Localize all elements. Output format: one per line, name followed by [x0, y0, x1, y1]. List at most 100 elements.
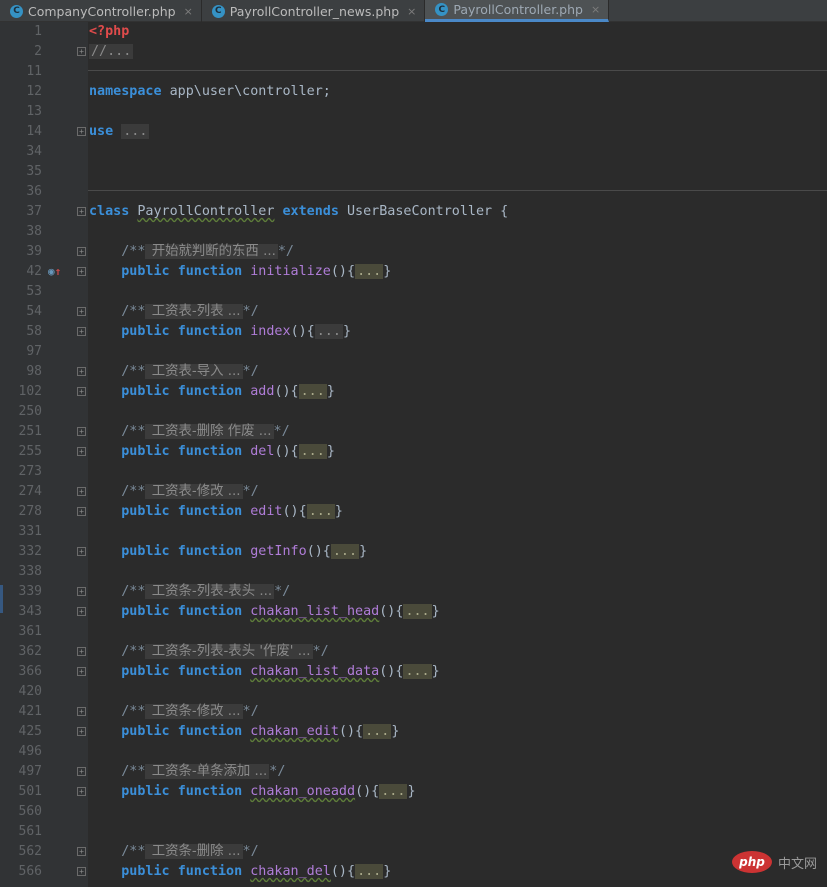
line-number[interactable]: 11 [3, 62, 42, 82]
fold-toggle-icon[interactable]: + [77, 267, 86, 276]
line-number[interactable]: 361 [3, 622, 42, 642]
fold-toggle-icon[interactable]: + [77, 647, 86, 656]
line-number[interactable]: 38 [3, 222, 42, 242]
tab-company-controller[interactable]: C CompanyController.php × [0, 0, 202, 22]
fold-toggle-icon[interactable]: + [77, 707, 86, 716]
line-number[interactable]: 39 [3, 242, 42, 262]
folded-code-region[interactable]: 工资表-导入 ... [145, 364, 243, 379]
line-number[interactable]: 37 [3, 202, 42, 222]
code-text[interactable]: public function index(){...} [89, 322, 351, 342]
code-text[interactable]: public function chakan_edit(){...} [89, 722, 399, 742]
code-text[interactable]: public function initialize(){...} [89, 262, 391, 282]
line-number[interactable]: 34 [3, 142, 42, 162]
line-number[interactable]: 566 [3, 862, 42, 882]
line-number[interactable]: 42 [3, 262, 42, 282]
fold-toggle-icon[interactable]: + [77, 727, 86, 736]
fold-toggle-icon[interactable]: + [77, 447, 86, 456]
code-text[interactable]: namespace app\user\controller; [89, 82, 331, 102]
line-number[interactable]: 102 [3, 382, 42, 402]
line-number[interactable]: 98 [3, 362, 42, 382]
folded-code-region[interactable]: ... [355, 264, 384, 279]
fold-toggle-icon[interactable]: + [77, 367, 86, 376]
line-number[interactable]: 278 [3, 502, 42, 522]
code-text[interactable]: public function chakan_list_head(){...} [89, 602, 440, 622]
line-number[interactable]: 1 [3, 22, 42, 42]
line-number[interactable]: 496 [3, 742, 42, 762]
line-number[interactable]: 274 [3, 482, 42, 502]
folded-code-region[interactable]: ... [403, 604, 432, 619]
code-text[interactable]: /** 工资条-删除 ... */ [89, 842, 259, 862]
line-number[interactable]: 343 [3, 602, 42, 622]
code-text[interactable]: /** 工资表-修改 ... */ [89, 482, 259, 502]
fold-toggle-icon[interactable]: + [77, 667, 86, 676]
fold-toggle-icon[interactable]: + [77, 867, 86, 876]
line-number[interactable]: 273 [3, 462, 42, 482]
code-text[interactable]: /** 工资条-单条添加 ... */ [89, 762, 285, 782]
code-text[interactable]: public function getInfo(){...} [89, 542, 367, 562]
fold-toggle-icon[interactable]: + [77, 127, 86, 136]
code-text[interactable]: public function chakan_oneadd(){...} [89, 782, 416, 802]
fold-toggle-icon[interactable]: + [77, 787, 86, 796]
line-number[interactable]: 332 [3, 542, 42, 562]
fold-toggle-icon[interactable]: + [77, 307, 86, 316]
line-number[interactable]: 561 [3, 822, 42, 842]
code-text[interactable]: public function chakan_del(){...} [89, 862, 391, 882]
line-number[interactable]: 13 [3, 102, 42, 122]
close-icon[interactable]: × [407, 5, 416, 18]
code-text[interactable]: /** 工资表-导入 ... */ [89, 362, 259, 382]
fold-toggle-icon[interactable]: + [77, 487, 86, 496]
code-text[interactable]: public function del(){...} [89, 442, 335, 462]
line-number[interactable]: 331 [3, 522, 42, 542]
code-text[interactable]: /** 工资条-修改 ... */ [89, 702, 259, 722]
code-text[interactable]: public function edit(){...} [89, 502, 343, 522]
code-text[interactable]: <?php [89, 22, 129, 42]
folded-code-region[interactable]: ... [403, 664, 432, 679]
folded-code-region[interactable]: ... [298, 444, 327, 459]
fold-toggle-icon[interactable]: + [77, 47, 86, 56]
line-number[interactable]: 255 [3, 442, 42, 462]
line-number[interactable]: 14 [3, 122, 42, 142]
code-text[interactable]: public function add(){...} [89, 382, 335, 402]
folded-code-region[interactable]: ... [306, 504, 335, 519]
folded-code-region[interactable]: ... [330, 544, 360, 559]
close-icon[interactable]: × [184, 5, 193, 18]
folded-code-region[interactable]: 工资表-修改 ... [145, 484, 243, 499]
code-text[interactable]: class PayrollController extends UserBase… [89, 202, 508, 222]
line-number[interactable]: 2 [3, 42, 42, 62]
line-number[interactable]: 58 [3, 322, 42, 342]
code-text[interactable]: /** 工资表-列表 ... */ [89, 302, 259, 322]
folded-code-region[interactable]: 工资条-单条添加 ... [145, 764, 270, 779]
folded-code-region[interactable]: 工资表-列表 ... [145, 304, 243, 319]
tab-payroll-controller-news[interactable]: C PayrollController_news.php × [202, 0, 426, 22]
folded-code-region[interactable]: 工资条-列表-表头 '作废' ... [145, 644, 313, 659]
fold-toggle-icon[interactable]: + [77, 247, 86, 256]
line-number[interactable]: 97 [3, 342, 42, 362]
line-number[interactable]: 560 [3, 802, 42, 822]
line-number[interactable]: 501 [3, 782, 42, 802]
line-number[interactable]: 35 [3, 162, 42, 182]
fold-toggle-icon[interactable]: + [77, 767, 86, 776]
code-text[interactable]: //... [89, 42, 134, 62]
folded-code-region[interactable]: ... [363, 724, 392, 739]
folded-code-region[interactable]: ... [355, 864, 384, 879]
code-text[interactable]: /** 工资条-列表-表头 ... */ [89, 582, 290, 602]
folded-code-region[interactable]: //... [89, 44, 134, 59]
line-number[interactable]: 497 [3, 762, 42, 782]
folded-code-region[interactable]: 工资条-修改 ... [145, 704, 243, 719]
line-number[interactable]: 339 [3, 582, 42, 602]
folded-code-region[interactable]: ... [314, 324, 343, 339]
line-number[interactable]: 250 [3, 402, 42, 422]
line-number[interactable]: 251 [3, 422, 42, 442]
folded-code-region[interactable]: 开始就判断的东西 ... [145, 244, 278, 259]
line-number[interactable]: 53 [3, 282, 42, 302]
line-number[interactable]: 421 [3, 702, 42, 722]
fold-toggle-icon[interactable]: + [77, 327, 86, 336]
fold-toggle-icon[interactable]: + [77, 607, 86, 616]
code-text[interactable]: /** 开始就判断的东西 ... */ [89, 242, 294, 262]
line-number[interactable]: 420 [3, 682, 42, 702]
folded-code-region[interactable]: 工资条-列表-表头 ... [145, 584, 275, 599]
folded-code-region[interactable]: 工资条-删除 ... [145, 844, 243, 859]
line-number[interactable]: 338 [3, 562, 42, 582]
fold-toggle-icon[interactable]: + [77, 427, 86, 436]
fold-toggle-icon[interactable]: + [77, 847, 86, 856]
